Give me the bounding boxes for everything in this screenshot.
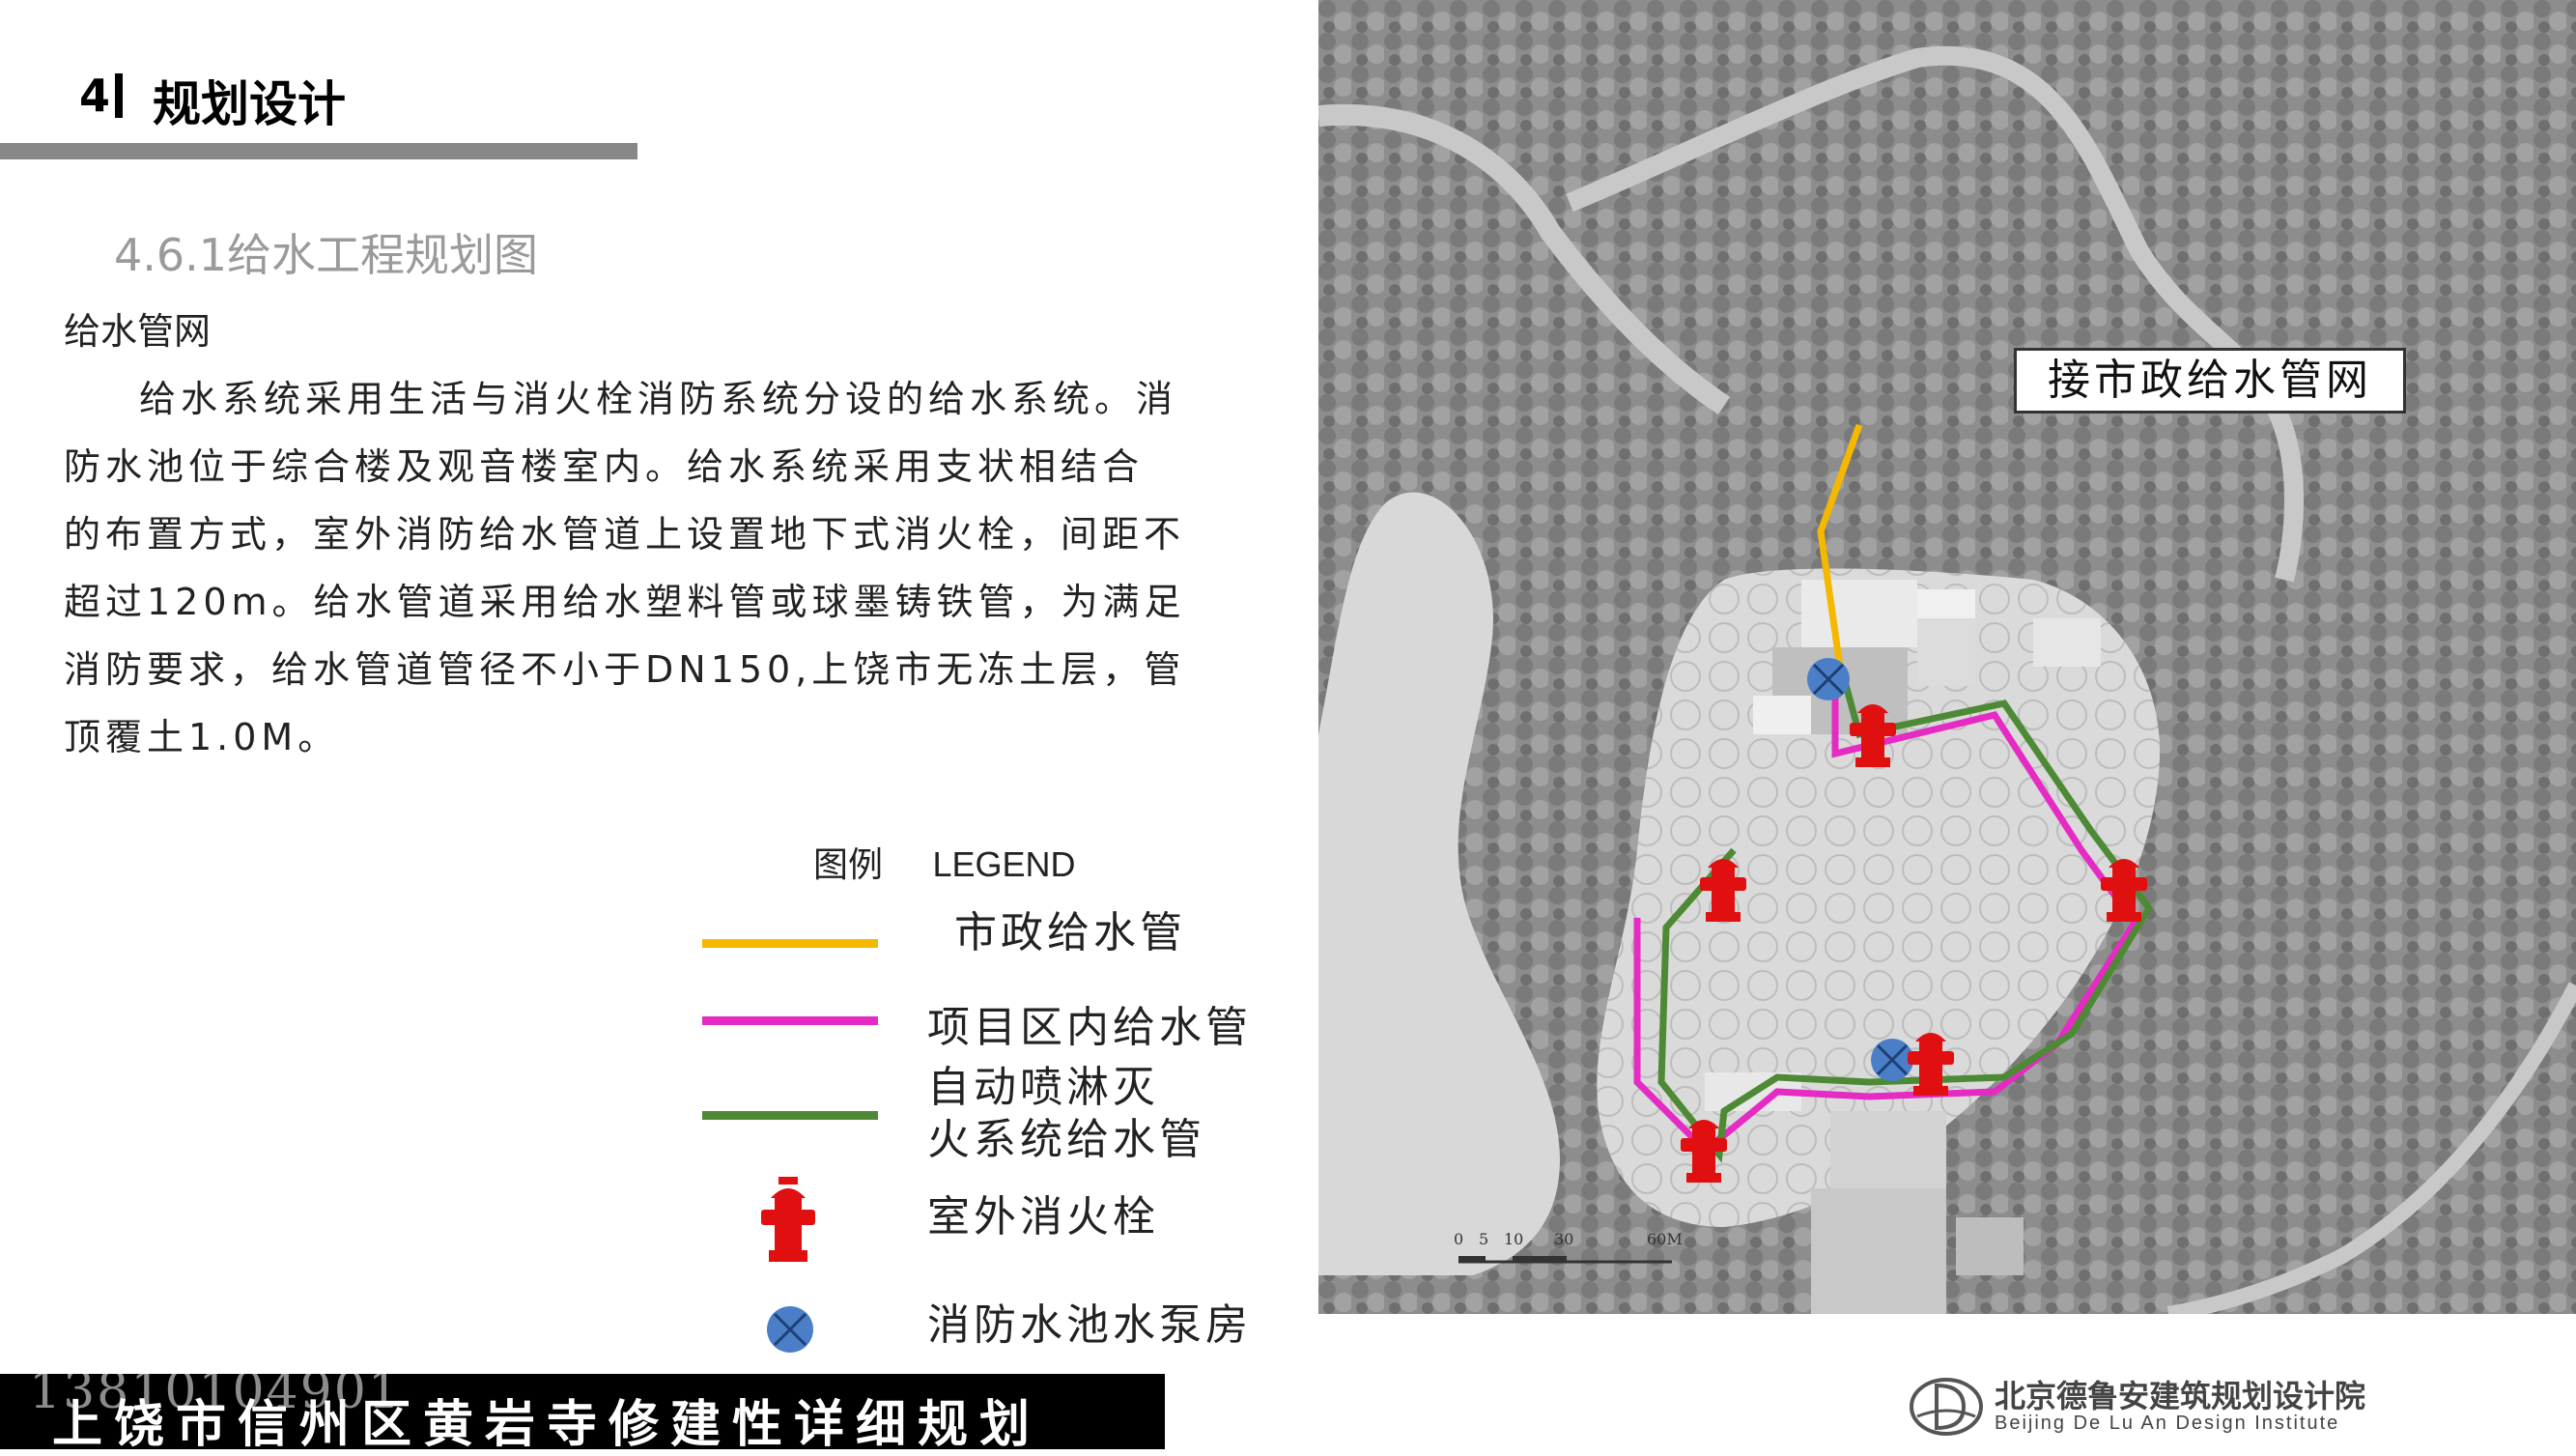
header-divider <box>115 73 123 118</box>
aerial-map-svg: 0 5 10 30 60M <box>1318 0 2576 1314</box>
body-line: 给水系统采用生活与消火栓消防系统分设的给水系统。消 <box>139 378 1178 420</box>
subheading: 给水管网 <box>64 310 212 353</box>
legend-label-project: 项目区内给水管 <box>927 1003 1252 1052</box>
body-line: 超过120m。给水管道采用给水塑料管或球墨铸铁管，为满足 <box>64 581 1186 623</box>
section-title: 4.6.1给水工程规划图 <box>114 229 539 281</box>
legend-title: 图例 LEGEND <box>813 837 1076 887</box>
fire-hydrant-icon <box>761 1177 815 1262</box>
body-text: 给水系统采用生活与消火栓消防系统分设的给水系统。消 防水池位于综合楼及观音楼室内… <box>64 365 1300 771</box>
section-number: 4 <box>79 70 111 122</box>
institute-name-en: Beijing De Lu An Design Institute <box>1995 1413 2340 1434</box>
scale-label: 5 <box>1479 1230 1488 1248</box>
scale-label: 0 <box>1454 1230 1463 1248</box>
site-map: 0 5 10 30 60M <box>1318 0 2576 1314</box>
pump-room-icon <box>767 1306 813 1353</box>
legend-label-pump-room: 消防水池水泵房 <box>927 1300 1252 1350</box>
legend-title-cn: 图例 <box>813 845 884 885</box>
header-rule <box>0 143 637 159</box>
legend-label-sprinkler-2: 火系统给水管 <box>927 1115 1205 1164</box>
legend-title-en: LEGEND <box>932 844 1076 884</box>
scale-label: 60M <box>1647 1230 1683 1248</box>
legend-label-hydrant: 室外消火栓 <box>927 1192 1159 1242</box>
legend-line-municipal <box>702 939 878 948</box>
legend-line-sprinkler <box>702 1111 878 1120</box>
scale-label: 30 <box>1554 1230 1573 1248</box>
legend-label-municipal: 市政给水管 <box>954 908 1186 957</box>
body-line: 的布置方式，室外消防给水管道上设置地下式消火栓，间距不 <box>64 513 1186 556</box>
municipal-connection-callout: 接市政给水管网 <box>2014 348 2406 414</box>
institute-name-cn: 北京德鲁安建筑规划设计院 <box>1995 1378 2366 1414</box>
institute-logo-icon <box>1910 1378 1983 1436</box>
legend-label-sprinkler-1: 自动喷淋灭 <box>927 1063 1159 1112</box>
body-line: 消防要求，给水管道管径不小于DN150,上饶市无冻土层，管 <box>64 648 1186 691</box>
body-line: 顶覆土1.0M。 <box>64 716 340 758</box>
legend-line-project <box>702 1016 878 1025</box>
pump-room-marker <box>1807 658 1850 700</box>
pump-room-marker <box>1871 1039 1913 1081</box>
page-title: 规划设计 <box>153 76 346 132</box>
body-line: 防水池位于综合楼及观音楼室内。给水系统采用支状相结合 <box>64 445 1145 488</box>
scale-label: 10 <box>1504 1230 1523 1248</box>
project-title: 上饶市信州区黄岩寺修建性详细规划 <box>52 1396 1042 1454</box>
